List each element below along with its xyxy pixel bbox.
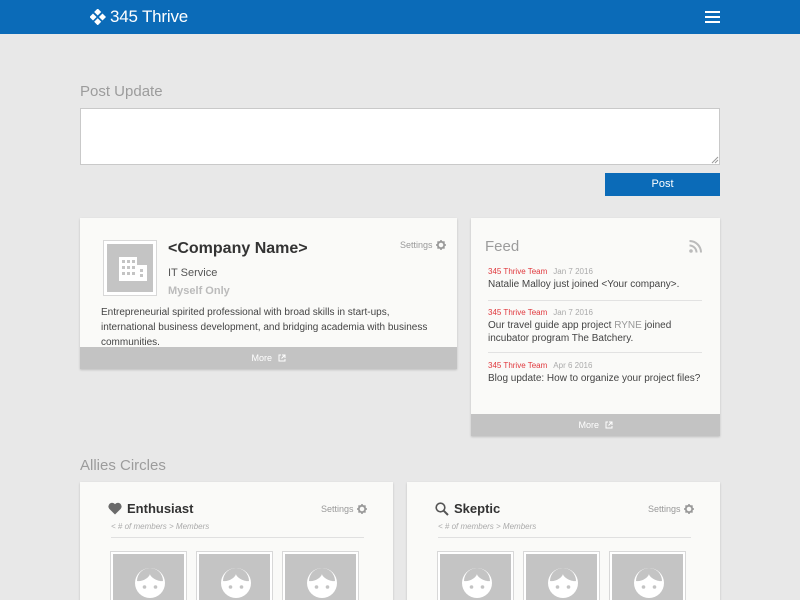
company-more-button[interactable]: More	[80, 347, 457, 369]
member-avatar[interactable]	[196, 551, 273, 600]
settings-label: Settings	[648, 504, 681, 514]
more-label: More	[578, 420, 599, 430]
circle-members-count: < # of members > Members	[111, 522, 210, 531]
menu-icon[interactable]	[705, 11, 720, 23]
circle-name: Skeptic	[454, 501, 501, 516]
circle-name: Enthusiast	[127, 501, 194, 516]
allies-circles-title: Allies Circles	[80, 457, 166, 474]
more-label: More	[251, 353, 272, 363]
logo-diamond-icon	[90, 9, 106, 25]
circle-members-count: < # of members > Members	[438, 522, 537, 531]
company-settings-link[interactable]: Settings	[400, 240, 446, 250]
user-avatar-icon	[135, 568, 165, 598]
feed-item[interactable]: 345 Thrive Team Jan 7 2016 Natalie Malloy…	[488, 267, 702, 301]
circle-card-skeptic: Skeptic Settings < # of members > Member…	[407, 482, 720, 600]
user-avatar-icon	[548, 568, 578, 598]
top-nav-bar: 345 Thrive	[0, 0, 800, 34]
feed-author[interactable]: 345 Thrive Team	[488, 361, 547, 370]
company-name: <Company Name>	[168, 240, 308, 257]
project-link[interactable]: RYNE	[614, 320, 642, 331]
settings-label: Settings	[321, 504, 354, 514]
feed-text: Blog update: How to organize your projec…	[488, 373, 701, 384]
company-description: Entrepreneurial spirited professional wi…	[101, 307, 428, 348]
app-logo[interactable]: 345 Thrive	[90, 7, 188, 27]
user-avatar-icon	[462, 568, 492, 598]
feed-item[interactable]: 345 Thrive Team Jan 7 2016 Our travel gui…	[488, 308, 702, 353]
member-avatar[interactable]	[523, 551, 600, 600]
feed-author[interactable]: 345 Thrive Team	[488, 267, 547, 276]
gear-icon	[356, 504, 367, 514]
post-button[interactable]: Post	[605, 173, 720, 196]
settings-label: Settings	[400, 240, 433, 250]
external-link-icon	[605, 421, 613, 429]
divider	[438, 537, 691, 538]
circle-settings-link[interactable]: Settings	[321, 504, 367, 514]
company-logo	[103, 240, 157, 296]
company-visibility: Myself Only	[168, 285, 230, 297]
member-avatar[interactable]	[437, 551, 514, 600]
rss-icon[interactable]	[689, 240, 702, 253]
circle-settings-link[interactable]: Settings	[648, 504, 694, 514]
feed-title: Feed	[485, 238, 520, 255]
feed-text: Natalie Malloy just joined <Your company…	[488, 279, 680, 290]
company-card: <Company Name> IT Service Myself Only Se…	[80, 218, 457, 369]
post-update-title: Post Update	[80, 83, 163, 100]
feed-item[interactable]: 345 Thrive Team Apr 6 2016 Blog update: H…	[488, 361, 702, 401]
divider	[111, 537, 364, 538]
search-icon	[435, 501, 449, 516]
resize-grip-icon[interactable]	[711, 156, 719, 164]
feed-date: Apr 6 2016	[553, 361, 593, 370]
feed-text: Our travel guide app project RYNE joined…	[488, 319, 702, 345]
member-avatar[interactable]	[110, 551, 187, 600]
feed-date: Jan 7 2016	[553, 267, 593, 276]
app-name: 345 Thrive	[110, 7, 189, 26]
feed-text-part: Our travel guide app project	[488, 320, 615, 331]
external-link-icon	[278, 354, 286, 362]
feed-author[interactable]: 345 Thrive Team	[488, 308, 547, 317]
gear-icon	[683, 504, 694, 514]
user-avatar-icon	[307, 568, 337, 598]
gear-icon	[435, 240, 446, 250]
circle-card-enthusiast: Enthusiast Settings < # of members > Mem…	[80, 482, 393, 600]
user-avatar-icon	[221, 568, 251, 598]
member-avatar[interactable]	[282, 551, 359, 600]
post-update-input[interactable]	[80, 108, 720, 165]
feed-date: Jan 7 2016	[553, 308, 593, 317]
company-type: IT Service	[168, 267, 218, 279]
user-avatar-icon	[634, 568, 664, 598]
heart-icon	[108, 502, 122, 515]
member-avatar[interactable]	[609, 551, 686, 600]
building-icon	[119, 257, 147, 281]
feed-more-button[interactable]: More	[471, 414, 720, 436]
feed-card: Feed 345 Thrive Team Jan 7 2016 Natalie M…	[471, 218, 720, 436]
